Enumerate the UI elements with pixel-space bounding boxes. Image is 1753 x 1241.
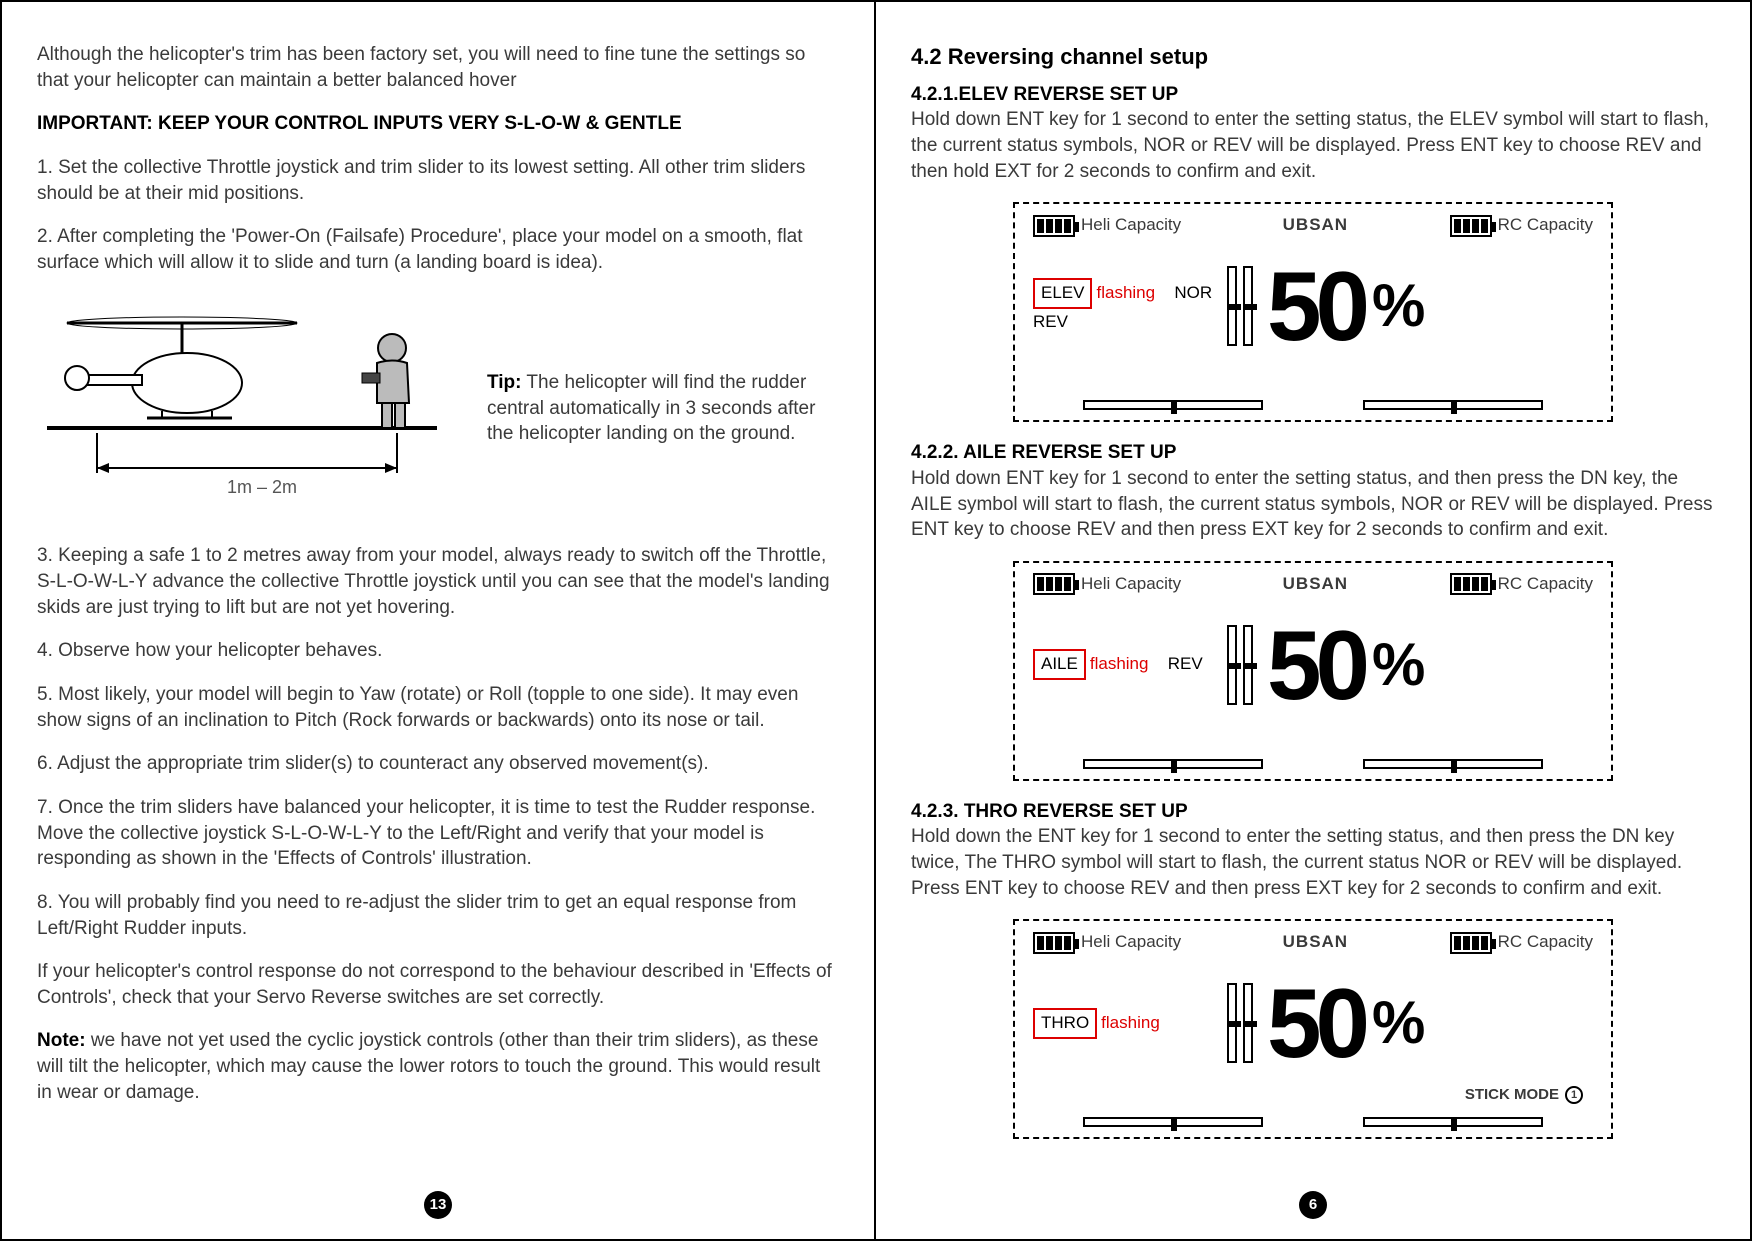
battery-icon	[1450, 573, 1492, 595]
step-4: 4. Observe how your helicopter behaves.	[37, 638, 839, 664]
flashing-label: flashing	[1096, 283, 1155, 302]
brand-logo: UBSAN	[1283, 573, 1348, 596]
rc-capacity-label: RC Capacity	[1450, 931, 1593, 954]
rc-capacity-label: RC Capacity	[1450, 214, 1593, 237]
intro-paragraph: Although the helicopter's trim has been …	[37, 42, 839, 93]
vertical-trim-bars	[1227, 625, 1253, 705]
sub-4-2-1-title: 4.2.1.ELEV REVERSE SET UP	[911, 82, 1715, 108]
tip-label: Tip:	[487, 372, 521, 393]
step-6: 6. Adjust the appropriate trim slider(s)…	[37, 751, 839, 777]
page-right: 4.2 Reversing channel setup 4.2.1.ELEV R…	[876, 0, 1752, 1241]
important-line: IMPORTANT: KEEP YOUR CONTROL INPUTS VERY…	[37, 111, 839, 137]
flash-indicator: THROflashing	[1033, 1008, 1213, 1039]
sub-4-2-3-body: Hold down the ENT key for 1 second to en…	[911, 824, 1715, 901]
horizontal-trim-bar	[1083, 759, 1263, 769]
sub-4-2-2-title: 4.2.2. AILE REVERSE SET UP	[911, 440, 1715, 466]
page-number-right: 6	[1299, 1191, 1327, 1219]
sub-4-2-1-body: Hold down ENT key for 1 second to enter …	[911, 107, 1715, 184]
aile-symbol: AILE	[1033, 649, 1086, 680]
tip-block: Tip: The helicopter will find the rudder…	[487, 370, 817, 447]
percent-display: 50%	[1267, 974, 1419, 1072]
lcd-thro: Heli Capacity UBSAN RC Capacity THROflas…	[1013, 919, 1613, 1139]
lcd-aile: Heli Capacity UBSAN RC Capacity AILEflas…	[1013, 561, 1613, 781]
horizontal-trim-bar	[1363, 400, 1543, 410]
vertical-trim-bars	[1227, 266, 1253, 346]
lcd-elev: Heli Capacity UBSAN RC Capacity ELEVflas…	[1013, 202, 1613, 422]
battery-icon	[1450, 932, 1492, 954]
percent-display: 50%	[1267, 616, 1419, 714]
page-left: Although the helicopter's trim has been …	[0, 0, 876, 1241]
battery-icon	[1033, 215, 1075, 237]
battery-icon	[1033, 932, 1075, 954]
flash-indicator: AILEflashing REV	[1033, 649, 1213, 680]
step-1: 1. Set the collective Throttle joystick …	[37, 155, 839, 206]
section-4-2-heading: 4.2 Reversing channel setup	[911, 42, 1715, 72]
mode-number-icon: 1	[1565, 1086, 1583, 1104]
sub-4-2-3-title: 4.2.3. THRO REVERSE SET UP	[911, 799, 1715, 825]
battery-icon	[1450, 215, 1492, 237]
rev-option: REV	[1168, 654, 1203, 673]
note-label: Note:	[37, 1030, 86, 1051]
note-body: we have not yet used the cyclic joystick…	[37, 1030, 820, 1102]
elev-symbol: ELEV	[1033, 278, 1092, 309]
vertical-trim-bars	[1227, 983, 1253, 1063]
thro-symbol: THRO	[1033, 1008, 1097, 1039]
horizontal-trim-bar	[1083, 400, 1263, 410]
heli-capacity-label: Heli Capacity	[1033, 214, 1181, 237]
helicopter-figure: 1m – 2m	[37, 293, 467, 523]
step-7: 7. Once the trim sliders have balanced y…	[37, 795, 839, 872]
step-5: 5. Most likely, your model will begin to…	[37, 682, 839, 733]
helicopter-illustration-icon: 1m – 2m	[37, 293, 467, 523]
note-block: Note: we have not yet used the cyclic jo…	[37, 1028, 839, 1105]
tip-body: The helicopter will find the rudder cent…	[487, 372, 815, 444]
stick-mode-label: STICK MODE1	[1465, 1085, 1583, 1105]
brand-logo: UBSAN	[1283, 214, 1348, 237]
percent-display: 50%	[1267, 257, 1419, 355]
step-8: 8. You will probably find you need to re…	[37, 890, 839, 941]
horizontal-trim-bar	[1083, 1117, 1263, 1127]
page-number-left: 13	[424, 1191, 452, 1219]
step-2: 2. After completing the 'Power-On (Fails…	[37, 224, 839, 275]
flashing-label: flashing	[1101, 1013, 1160, 1032]
battery-icon	[1033, 573, 1075, 595]
step-3: 3. Keeping a safe 1 to 2 metres away fro…	[37, 543, 839, 620]
note-pre: If your helicopter's control response do…	[37, 959, 839, 1010]
horizontal-trim-bar	[1363, 759, 1543, 769]
heli-capacity-label: Heli Capacity	[1033, 573, 1181, 596]
horizontal-trim-bar	[1363, 1117, 1543, 1127]
rc-capacity-label: RC Capacity	[1450, 573, 1593, 596]
helicopter-figure-row: 1m – 2m Tip: The helicopter will find th…	[37, 293, 839, 523]
sub-4-2-2-body: Hold down ENT key for 1 second to enter …	[911, 466, 1715, 543]
brand-logo: UBSAN	[1283, 931, 1348, 954]
figure-caption: 1m – 2m	[227, 477, 297, 497]
flashing-label: flashing	[1090, 654, 1149, 673]
flash-indicator: ELEVflashing NORREV	[1033, 278, 1213, 335]
heli-capacity-label: Heli Capacity	[1033, 931, 1181, 954]
